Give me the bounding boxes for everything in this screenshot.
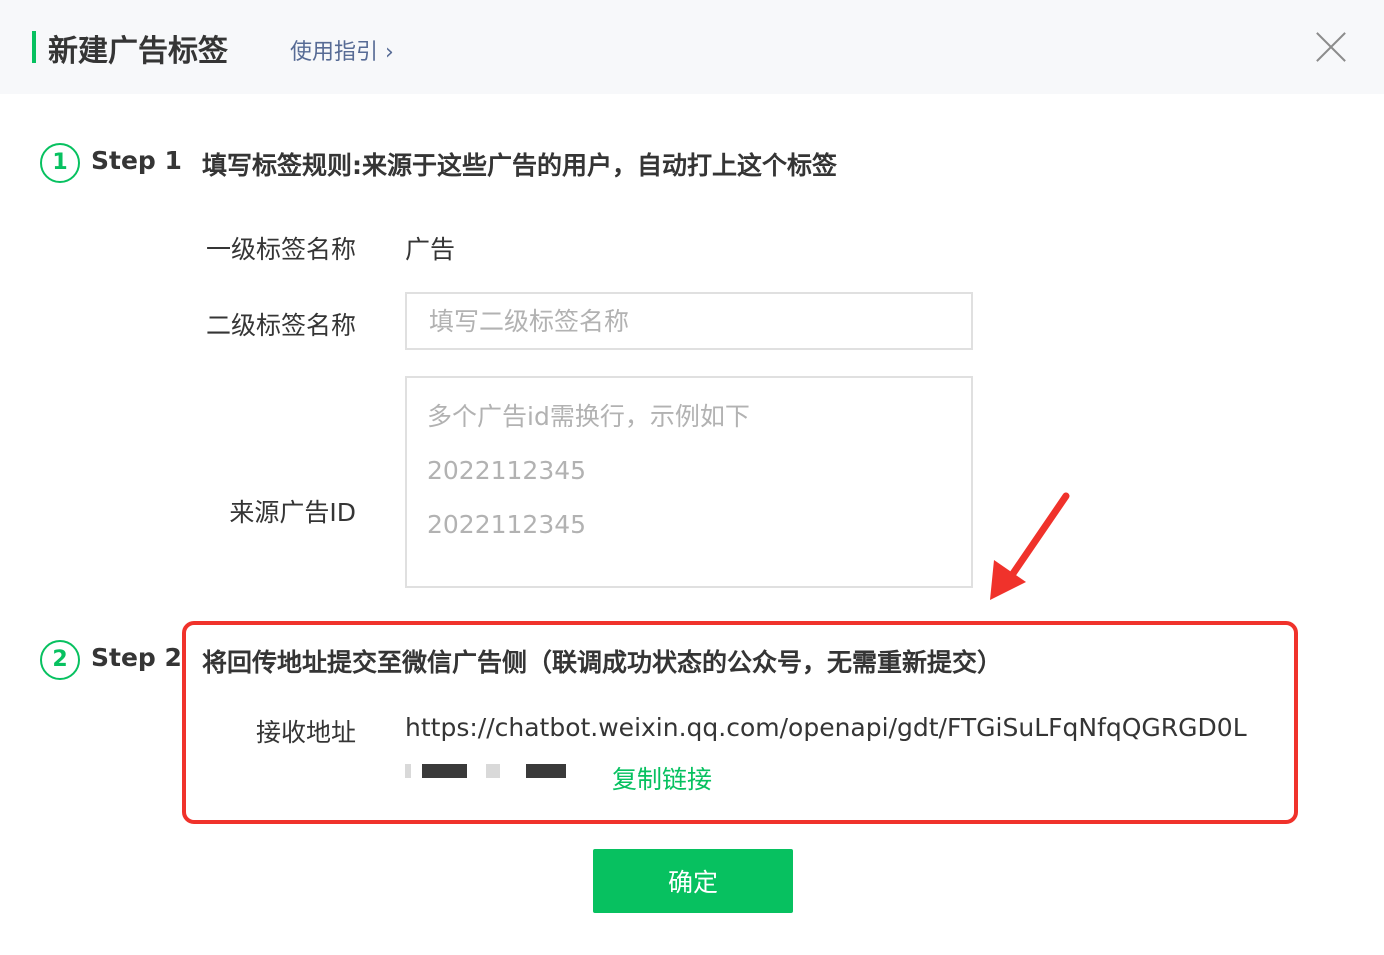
level1-tag-value: 广告	[405, 235, 456, 264]
step2-label: Step 2	[91, 643, 182, 672]
level2-tag-label: 二级标签名称	[205, 311, 356, 340]
step1-description: 填写标签规则:来源于这些广告的用户，自动打上这个标签	[202, 151, 837, 180]
new-ad-tag-dialog: 新建广告标签 使用指引 › 1 Step 1 填写标签规则:来源于这些广告的用户…	[0, 0, 1384, 955]
close-icon[interactable]	[1314, 30, 1348, 64]
level2-tag-input[interactable]	[405, 292, 973, 350]
level1-tag-label: 一级标签名称	[205, 235, 356, 264]
source-ad-id-textarea[interactable]: 多个广告id需换行，示例如下 2022112345 2022112345	[405, 376, 973, 588]
usage-guide-link[interactable]: 使用指引 ›	[290, 34, 394, 66]
receive-address-label: 接收地址	[255, 718, 356, 747]
copy-link-button[interactable]: 复制链接	[612, 760, 712, 796]
source-ad-id-label: 来源广告ID	[229, 498, 356, 527]
redacted-block	[486, 764, 500, 778]
title-accent-bar	[32, 31, 36, 63]
dialog-header: 新建广告标签 使用指引 ›	[0, 0, 1384, 94]
receive-address-url: https://chatbot.weixin.qq.com/openapi/gd…	[405, 713, 1247, 742]
dialog-title: 新建广告标签	[48, 34, 228, 69]
step1-number-icon: 1	[40, 143, 80, 183]
step2-number-icon: 2	[40, 640, 80, 680]
confirm-button[interactable]: 确定	[593, 849, 793, 913]
step2-description: 将回传地址提交至微信广告侧（联调成功状态的公众号，无需重新提交）	[202, 648, 1003, 677]
red-arrow-icon	[990, 492, 1070, 600]
step1-label: Step 1	[91, 146, 182, 175]
redacted-block	[526, 764, 566, 778]
redacted-block	[405, 764, 411, 778]
redacted-block	[422, 764, 467, 778]
